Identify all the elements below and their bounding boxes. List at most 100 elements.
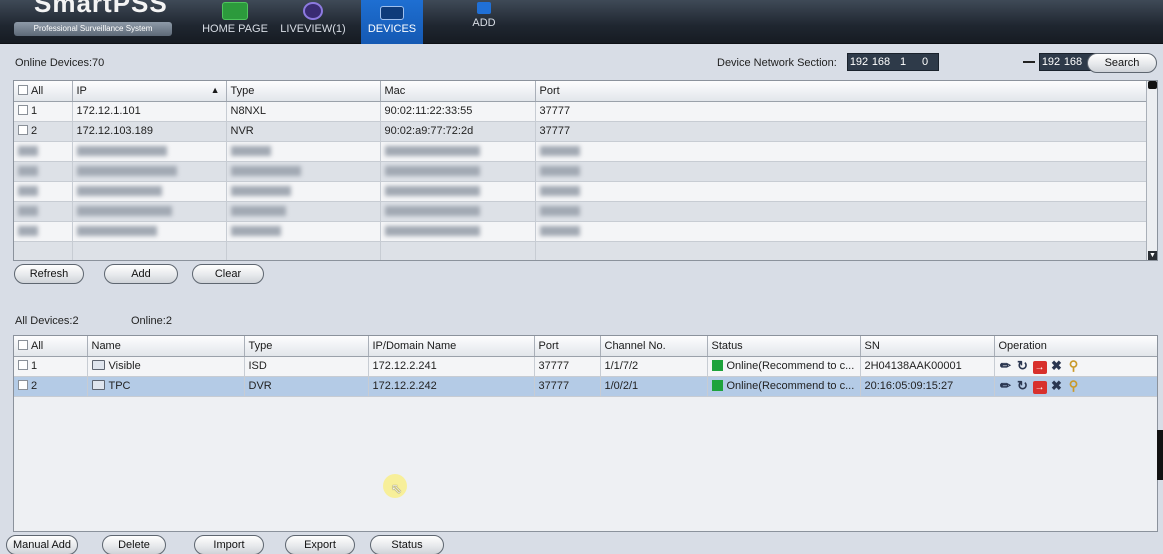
row-index: 1	[31, 105, 38, 117]
cell-name: Visible	[108, 360, 141, 372]
cell-ip: 172.12.103.189	[72, 121, 227, 142]
blurred-row	[14, 181, 1148, 202]
cell-mac: 90:02:a9:77:72:2d	[380, 121, 536, 142]
logout-icon[interactable]: →	[1032, 361, 1047, 374]
cell-ip: 172.12.1.101	[72, 101, 227, 122]
column-header-channel[interactable]: Channel No.	[600, 336, 708, 357]
blurred-row	[14, 201, 1148, 222]
cell-port: 37777	[534, 356, 601, 377]
nav-tab-home-page[interactable]: HOME PAGE	[202, 0, 268, 44]
top-navigation-bar: SmartPSS Professional Surveillance Syste…	[0, 0, 1163, 44]
column-header-type[interactable]: Type	[226, 81, 381, 102]
mouse-pointer-icon: ⬁	[391, 481, 402, 496]
checkbox-icon[interactable]	[18, 339, 28, 350]
blurred-row	[14, 241, 1148, 260]
devices-icon	[380, 6, 404, 20]
online-devices-table: All IP ▲ Type Mac Port 1 172.12.1.101 N8N…	[13, 80, 1158, 261]
nav-tab-devices[interactable]: DEVICES	[361, 0, 423, 44]
import-button[interactable]: Import	[194, 535, 264, 554]
sort-ascending-icon: ▲	[210, 84, 220, 95]
table-header-row: All IP ▲ Type Mac Port	[14, 81, 1148, 102]
status-button[interactable]: Status	[370, 535, 444, 554]
column-header-ip-domain[interactable]: IP/Domain Name	[368, 336, 535, 357]
logout-icon[interactable]: →	[1032, 381, 1047, 394]
select-all-header[interactable]: All	[14, 81, 73, 102]
cell-sn: 2H04138AAK00001	[860, 356, 995, 377]
column-header-port[interactable]: Port	[535, 81, 1148, 102]
table-row[interactable]: 1 Visible ISD 172.12.2.241 37777 1/1/7/2…	[14, 356, 1157, 377]
row-index: 2	[31, 380, 38, 392]
refresh-button[interactable]: Refresh	[14, 264, 84, 284]
refresh-icon[interactable]: ↻	[1016, 358, 1030, 374]
ip-octet: 192	[1041, 56, 1061, 68]
delete-icon[interactable]: ✖	[1050, 358, 1064, 374]
edit-icon[interactable]: ✏	[999, 378, 1013, 394]
search-button[interactable]: Search	[1087, 53, 1157, 73]
row-checkbox[interactable]	[18, 105, 28, 115]
online-table-scrollbar[interactable]: ▼	[1146, 81, 1157, 260]
device-icon	[91, 380, 105, 390]
brand-logo: SmartPSS Professional Surveillance Syste…	[14, 0, 174, 40]
blurred-row	[14, 221, 1148, 242]
column-header-operation[interactable]: Operation	[994, 336, 1157, 357]
select-all-header[interactable]: All	[14, 336, 88, 357]
clear-button[interactable]: Clear	[192, 264, 264, 284]
operation-cell: ✏ ↻ → ✖ ⚲	[994, 376, 1157, 397]
column-header-ip[interactable]: IP ▲	[72, 81, 227, 102]
online-count: Online:2	[131, 315, 172, 327]
online-status-icon	[711, 360, 723, 371]
row-checkbox[interactable]	[18, 360, 28, 370]
cell-status: Online(Recommend to c...	[726, 380, 855, 392]
window-edge-marker	[1157, 430, 1163, 480]
export-button[interactable]: Export	[285, 535, 355, 554]
nav-tab-label: HOME PAGE	[202, 23, 268, 35]
device-icon	[91, 360, 105, 370]
cell-ip: 172.12.2.242	[368, 376, 535, 397]
checkbox-icon[interactable]	[18, 84, 28, 95]
cell-name: TPC	[108, 380, 131, 392]
row-checkbox[interactable]	[18, 380, 28, 390]
row-checkbox[interactable]	[18, 125, 28, 135]
cell-port: 37777	[535, 101, 1148, 122]
all-devices-table: All Name Type IP/Domain Name Port Channe…	[13, 335, 1158, 532]
ip-octet: 168	[871, 56, 891, 68]
row-index: 2	[31, 125, 38, 137]
column-header-sn[interactable]: SN	[860, 336, 995, 357]
manual-add-button[interactable]: Manual Add	[6, 535, 78, 554]
all-devices-count: All Devices:2	[15, 315, 79, 327]
nav-tab-label: LIVEVIEW(1)	[280, 23, 346, 35]
operation-cell: ✏ ↻ → ✖ ⚲	[994, 356, 1157, 377]
nav-tab-label: DEVICES	[367, 23, 417, 35]
edit-icon[interactable]: ✏	[999, 358, 1013, 374]
refresh-icon[interactable]: ↻	[1016, 378, 1030, 394]
cell-sn: 20:16:05:09:15:27	[860, 376, 995, 397]
table-row[interactable]: 2 172.12.103.189 NVR 90:02:a9:77:72:2d 3…	[14, 121, 1148, 142]
column-header-status[interactable]: Status	[707, 336, 861, 357]
scroll-down-icon[interactable]: ▼	[1148, 251, 1157, 260]
table-header-row: All Name Type IP/Domain Name Port Channe…	[14, 336, 1157, 357]
brand-name: SmartPSS	[34, 0, 168, 18]
ip-start-input[interactable]: 192 168 1 0	[847, 53, 939, 71]
column-header-type[interactable]: Type	[244, 336, 369, 357]
cell-type: N8NXL	[226, 101, 381, 122]
key-icon[interactable]: ⚲	[1067, 378, 1081, 394]
liveview-icon	[303, 2, 323, 20]
delete-button[interactable]: Delete	[102, 535, 166, 554]
cell-mac: 90:02:11:22:33:55	[380, 101, 536, 122]
ip-range-dash	[1023, 61, 1035, 63]
column-header-port[interactable]: Port	[534, 336, 601, 357]
table-row-selected[interactable]: 2 TPC DVR 172.12.2.242 37777 1/0/2/1 Onl…	[14, 376, 1157, 397]
cell-type: DVR	[244, 376, 369, 397]
home-icon	[222, 2, 248, 20]
scrollbar-thumb[interactable]	[1148, 81, 1157, 89]
add-button[interactable]: Add	[104, 264, 178, 284]
column-header-mac[interactable]: Mac	[380, 81, 536, 102]
online-status-icon	[711, 380, 723, 391]
nav-tab-liveview[interactable]: LIVEVIEW(1)	[280, 0, 346, 44]
nav-tab-add[interactable]: ADD	[462, 0, 506, 44]
column-header-name[interactable]: Name	[87, 336, 245, 357]
delete-icon[interactable]: ✖	[1050, 378, 1064, 394]
key-icon[interactable]: ⚲	[1067, 358, 1081, 374]
table-row[interactable]: 1 172.12.1.101 N8NXL 90:02:11:22:33:55 3…	[14, 101, 1148, 122]
cell-port: 37777	[534, 376, 601, 397]
